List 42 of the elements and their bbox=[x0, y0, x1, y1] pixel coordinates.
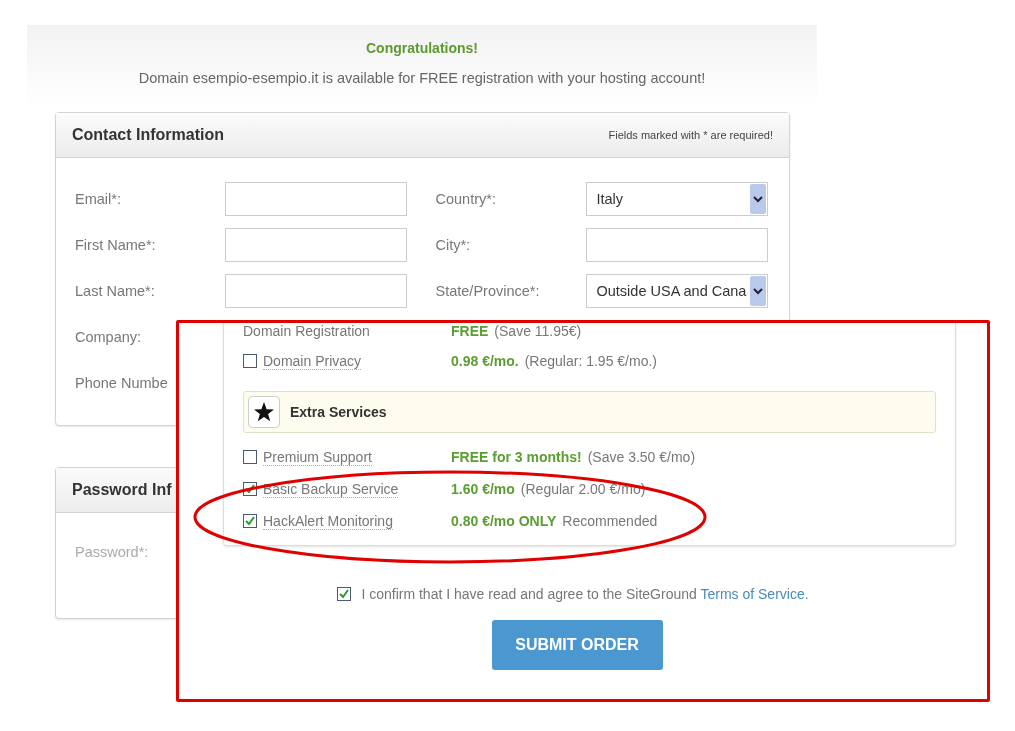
required-note: Fields marked with * are required! bbox=[608, 129, 773, 141]
field-label: Country*: bbox=[435, 191, 497, 207]
dropdown-icon[interactable] bbox=[749, 276, 766, 306]
service-name: Domain Registration bbox=[243, 323, 370, 339]
input-field[interactable] bbox=[585, 228, 768, 262]
input-field[interactable] bbox=[225, 274, 407, 308]
card-title: Password Inf bbox=[72, 481, 172, 499]
select-field[interactable]: Italy bbox=[585, 182, 768, 216]
price: 0.98 €/mo. bbox=[451, 353, 519, 369]
input-field[interactable] bbox=[225, 182, 407, 216]
dropdown-icon[interactable] bbox=[749, 184, 766, 214]
card-title: Contact Information bbox=[72, 126, 224, 144]
input-field[interactable] bbox=[225, 228, 407, 262]
field-label: Password*: bbox=[75, 544, 149, 560]
banner-message: Domain esempio-esempio.it is available for FREE registration with your hosting account! bbox=[137, 70, 707, 86]
select-field[interactable]: Outside USA and Cana bbox=[585, 274, 768, 308]
field-label: First Name*: bbox=[75, 237, 157, 253]
field-label: Phone Numbe bbox=[75, 375, 169, 391]
field-label: State/Province*: bbox=[435, 283, 541, 299]
checkbox[interactable] bbox=[337, 587, 352, 601]
price-note: Recommended bbox=[562, 513, 658, 529]
checkbox[interactable] bbox=[243, 450, 257, 464]
field-label: Company: bbox=[75, 329, 143, 345]
service-name: Domain Privacy bbox=[263, 352, 362, 370]
price: 0.80 €/mo ONLY bbox=[451, 513, 557, 529]
section-title: Extra Services bbox=[290, 404, 387, 420]
field-label: City*: bbox=[435, 237, 472, 253]
field-label: Last Name*: bbox=[75, 283, 156, 299]
terms-link[interactable]: Terms of Service. bbox=[700, 586, 809, 602]
price-note: (Regular: 1.95 €/mo.) bbox=[524, 353, 657, 369]
field-label: Email*: bbox=[75, 191, 122, 207]
confirm-text: I confirm that I have read and agree to the SiteGround Terms of Service. bbox=[361, 586, 809, 602]
price: 1.60 €/mo bbox=[451, 481, 515, 497]
price: FREE for 3 months! bbox=[451, 449, 582, 465]
price-note: (Save 11.95€) bbox=[494, 323, 582, 339]
price-note: (Save 3.50 €/mo) bbox=[587, 449, 696, 465]
service-name: Premium Support bbox=[263, 448, 372, 466]
checkbox[interactable] bbox=[243, 354, 257, 368]
price: FREE bbox=[451, 323, 489, 339]
service-name: HackAlert Monitoring bbox=[263, 512, 393, 530]
banner-title: Congratulations! bbox=[365, 39, 479, 56]
checkbox[interactable] bbox=[243, 514, 257, 528]
